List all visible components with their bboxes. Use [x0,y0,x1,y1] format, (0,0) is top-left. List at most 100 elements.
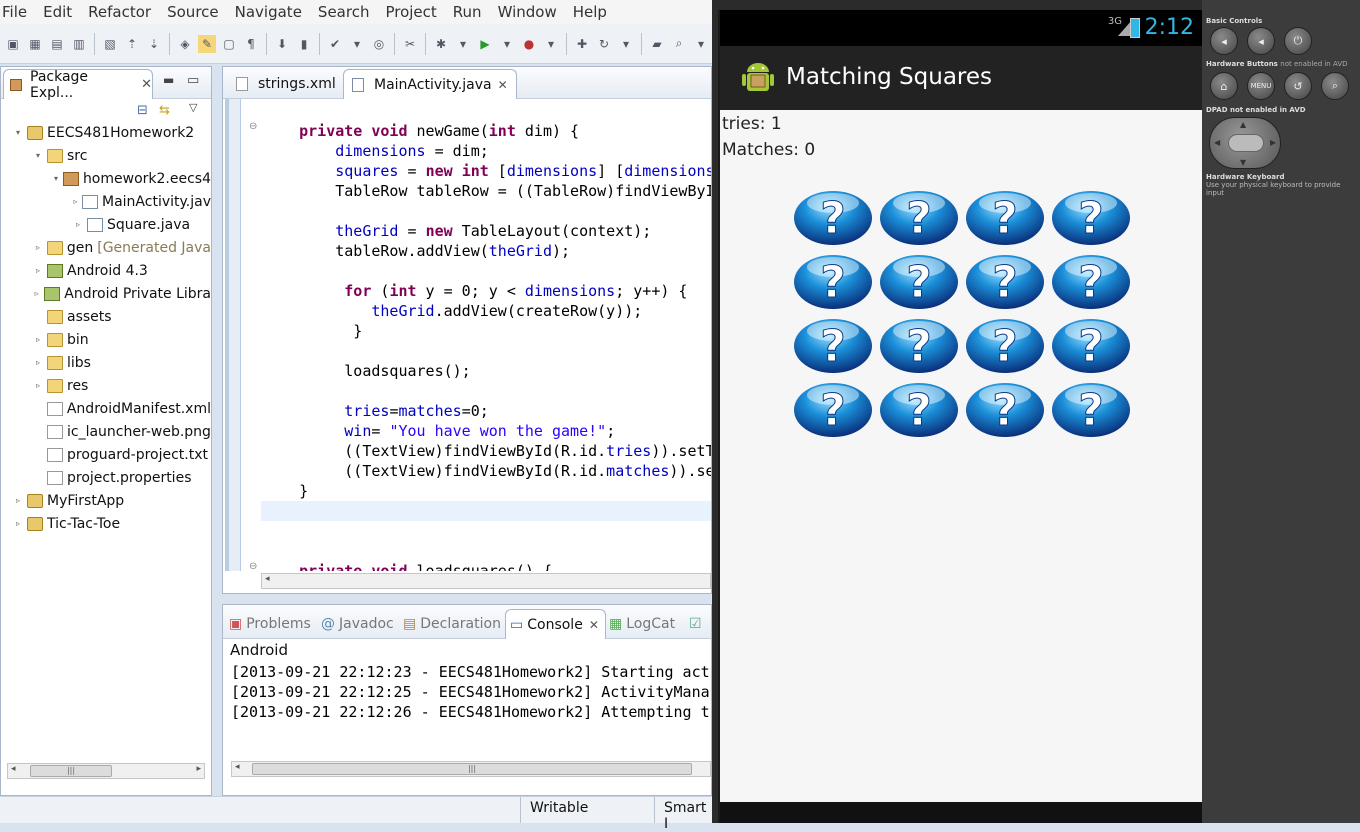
avd-manager-icon[interactable]: ▮ [295,35,313,53]
volume-up-icon[interactable]: ◂ [1247,27,1275,55]
tree-item[interactable]: project.properties [1,466,211,489]
menu-file[interactable]: File [2,3,27,21]
fold-icon[interactable]: ⊖ [249,121,257,132]
code-area[interactable]: ⊖ ⊖ private void newGame(int dim) { dime… [223,99,711,571]
minimize-icon[interactable]: ▬ [163,73,174,87]
collapsed-arrow-icon[interactable]: ▹ [33,289,40,298]
run-icon[interactable]: ▶ [476,35,494,53]
question-mark-icon[interactable]: ? [1050,378,1132,438]
tree-item[interactable]: ▹ res [1,374,211,397]
horizontal-scrollbar[interactable]: ◂ ||| ▸ [7,763,205,779]
question-mark-icon[interactable]: ? [878,250,960,310]
fold-icon[interactable]: ⊖ [249,561,257,571]
menu-window[interactable]: Window [498,3,557,21]
tree-item[interactable]: ▾ homework2.eecs4 [1,167,211,190]
tab-problems[interactable]: ▣ Problems [225,609,315,639]
power-icon[interactable]: ⏻ [1284,27,1312,55]
tab-logcat[interactable]: ▦ LogCat [605,609,679,639]
tree-item[interactable]: ▹ Android Private Libra [1,282,211,305]
tree-item[interactable]: ▹ MyFirstApp [1,489,211,512]
tab-package-explorer[interactable]: Package Expl... ✕ [3,69,153,101]
toggle-icon[interactable]: ▢ [220,35,238,53]
question-mark-icon[interactable]: ? [792,378,874,438]
open-folder-icon[interactable]: ▰ [648,35,666,53]
new-icon[interactable]: ▣ [4,35,22,53]
tree-item[interactable]: proguard-project.txt [1,443,211,466]
menu-search[interactable]: Search [318,3,370,21]
question-mark-icon[interactable]: ? [878,378,960,438]
close-icon[interactable]: ✕ [498,78,508,92]
link-editor-icon[interactable]: ⇆ [159,103,170,118]
question-mark-icon[interactable]: ? [878,186,960,246]
dpad-control[interactable]: ▲ ▼ ◀ ▶ [1209,117,1281,169]
question-mark-icon[interactable]: ? [792,250,874,310]
collapsed-arrow-icon[interactable]: ▹ [33,335,43,344]
dropdown-icon[interactable]: ▾ [617,35,635,53]
save-icon[interactable]: ▦ [26,35,44,53]
expanded-arrow-icon[interactable]: ▾ [33,151,43,160]
tree-item[interactable]: AndroidManifest.xml [1,397,211,420]
print-icon[interactable]: ▥ [70,35,88,53]
tree-item[interactable]: ▹ gen [Generated Java [1,236,211,259]
home-icon[interactable]: ⌂ [1210,72,1238,100]
close-icon[interactable]: ✕ [141,77,152,92]
tab-console[interactable]: ▭ Console ✕ [505,609,606,639]
collapsed-arrow-icon[interactable]: ▹ [13,496,23,505]
horizontal-scrollbar[interactable]: ◂ [261,573,711,589]
dropdown-icon[interactable]: ▾ [348,35,366,53]
close-icon[interactable]: ✕ [589,618,599,632]
menu-refactor[interactable]: Refactor [88,3,151,21]
question-mark-icon[interactable]: ? [1050,250,1132,310]
expanded-arrow-icon[interactable]: ▾ [53,174,59,183]
tree-item[interactable]: ▹ Square.java [1,213,211,236]
tree-item[interactable]: ▹ MainActivity.jav [1,190,211,213]
tree-item[interactable]: ▹ Tic-Tac-Toe [1,512,211,535]
menu-project[interactable]: Project [385,3,436,21]
external-tools-icon[interactable]: ● [520,35,538,53]
tab-main-activity[interactable]: MainActivity.java ✕ [343,69,517,99]
refresh-icon[interactable]: ↻ [595,35,613,53]
tree-item[interactable]: ▾ src [1,144,211,167]
question-mark-icon[interactable]: ? [792,314,874,374]
tree-item[interactable]: ic_launcher-web.png [1,420,211,443]
dropdown-icon[interactable]: ▾ [542,35,560,53]
tab-strings-xml[interactable]: strings.xml [227,69,345,99]
dropdown-icon[interactable]: ▾ [454,35,472,53]
menu-help[interactable]: Help [573,3,607,21]
highlight-icon[interactable]: ✎ [198,34,216,53]
new-class-icon[interactable]: ✚ [573,35,591,53]
collapsed-arrow-icon[interactable]: ▹ [13,519,23,528]
tree-item[interactable]: ▹ bin [1,328,211,351]
question-mark-icon[interactable]: ? [964,378,1046,438]
tab-more[interactable]: ☑ [685,609,706,639]
download-icon[interactable]: ⇣ [145,35,163,53]
search-icon[interactable]: ⌕ [670,35,688,53]
menu-source[interactable]: Source [167,3,219,21]
collapse-all-icon[interactable]: ⊟ [137,103,148,118]
menu-button[interactable]: MENU [1247,72,1275,100]
lint-icon[interactable]: ✔ [326,35,344,53]
dropdown-icon[interactable]: ▾ [498,35,516,53]
pin-icon[interactable]: ✂ [401,35,419,53]
question-mark-icon[interactable]: ? [792,186,874,246]
collapsed-arrow-icon[interactable]: ▹ [33,358,43,367]
tree-item[interactable]: ▾ EECS481Homework2 [1,121,211,144]
debug-config-icon[interactable]: ◈ [176,35,194,53]
collapsed-arrow-icon[interactable]: ▹ [33,266,43,275]
question-mark-icon[interactable]: ? [964,314,1046,374]
dropdown-icon[interactable]: ▾ [692,35,710,53]
question-mark-icon[interactable]: ? [1050,186,1132,246]
new-android-icon[interactable]: ◎ [370,35,388,53]
tab-javadoc[interactable]: @ Javadoc [317,609,398,639]
horizontal-scrollbar[interactable]: ◂ ||| [231,761,711,777]
tree-item[interactable]: ▹ Android 4.3 [1,259,211,282]
save-all-icon[interactable]: ▤ [48,35,66,53]
menu-run[interactable]: Run [453,3,482,21]
tab-declaration[interactable]: ▤ Declaration [399,609,505,639]
collapsed-arrow-icon[interactable]: ▹ [33,381,43,390]
question-mark-icon[interactable]: ? [964,186,1046,246]
collapsed-arrow-icon[interactable]: ▹ [73,220,83,229]
question-mark-icon[interactable]: ? [878,314,960,374]
back-icon[interactable]: ↺ [1284,72,1312,100]
binary-icon[interactable]: ▧ [101,35,119,53]
